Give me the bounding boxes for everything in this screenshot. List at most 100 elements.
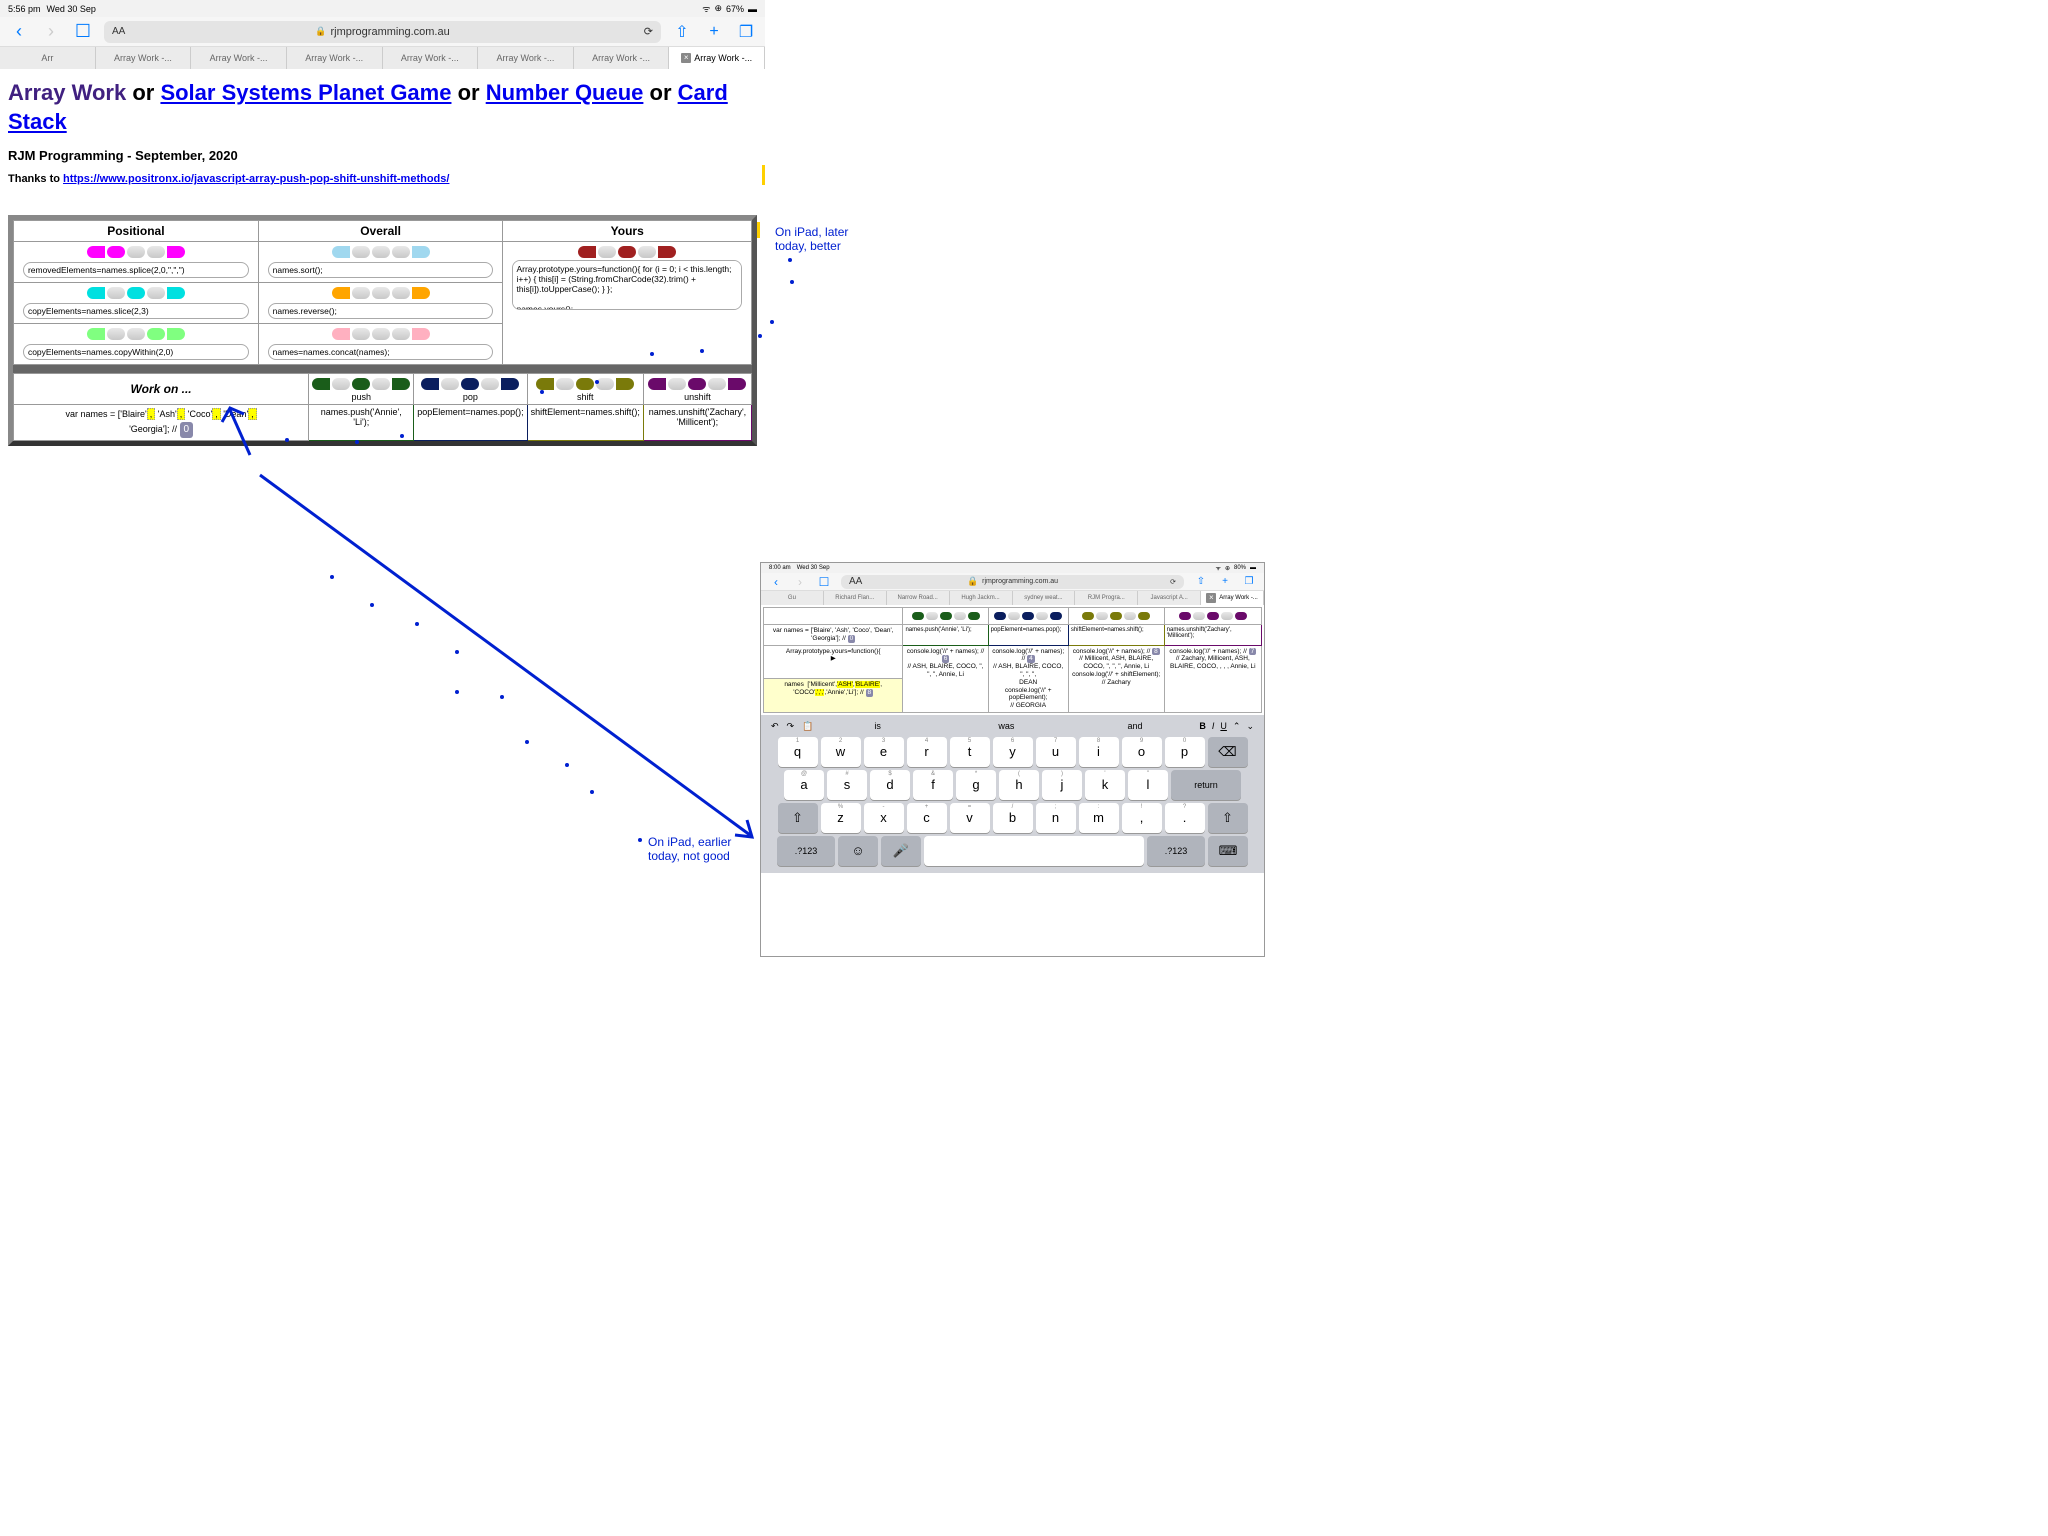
tab[interactable]: Narrow Road... (887, 591, 950, 605)
url-bar[interactable]: AA 🔒 rjmprogramming.com.au ⟳ (841, 575, 1184, 589)
forward-button[interactable]: › (793, 571, 807, 593)
paste-icon[interactable]: 📋 (802, 721, 813, 732)
bookmarks-icon[interactable]: ☐ (72, 21, 94, 43)
key-shift-left[interactable]: ⇧ (778, 803, 818, 833)
underline-button[interactable]: U (1220, 721, 1227, 732)
key-b[interactable]: /b (993, 803, 1033, 833)
textarea-yours[interactable]: Array.prototype.yours=function(){ for (i… (512, 260, 741, 310)
code-unshift[interactable]: names.unshift('Zachary', 'Millicent'); (1164, 625, 1261, 646)
redo-icon[interactable]: ↷ (787, 721, 795, 732)
back-button[interactable]: ‹ (8, 21, 30, 43)
key-q[interactable]: 1q (778, 737, 818, 767)
tab[interactable]: Gu (761, 591, 824, 605)
input-sort[interactable] (268, 262, 494, 278)
tab[interactable]: Hugh Jackm... (950, 591, 1013, 605)
key-g[interactable]: *g (956, 770, 996, 800)
key-o[interactable]: 9o (1122, 737, 1162, 767)
input-splice[interactable] (23, 262, 249, 278)
chevron-down-icon[interactable]: ⌄ (1246, 721, 1254, 732)
share-icon[interactable]: ⇧ (671, 22, 693, 42)
undo-icon[interactable]: ↶ (771, 721, 779, 732)
tab[interactable]: Javascript A... (1138, 591, 1201, 605)
key-return[interactable]: return (1171, 770, 1241, 800)
tab[interactable]: Arr (0, 47, 96, 69)
key-l[interactable]: "l (1128, 770, 1168, 800)
reload-icon[interactable]: ⟳ (1170, 578, 1176, 586)
key-f[interactable]: &f (913, 770, 953, 800)
text-size-icon[interactable]: AA (112, 26, 125, 37)
tab[interactable]: Array Work -... (191, 47, 287, 69)
close-icon[interactable]: × (681, 53, 691, 63)
tab-active[interactable]: ×Array Work -... (669, 47, 765, 69)
tab-active[interactable]: ×Array Work -... (1201, 591, 1264, 605)
key-numbers-right[interactable]: .?123 (1147, 836, 1205, 866)
key-mic[interactable]: 🎤 (881, 836, 921, 866)
key-hide-keyboard[interactable]: ⌨ (1208, 836, 1248, 866)
key-v[interactable]: =v (950, 803, 990, 833)
key-p[interactable]: 0p (1165, 737, 1205, 767)
share-icon[interactable]: ⇧ (1194, 576, 1208, 587)
text-size-icon[interactable]: AA (849, 576, 862, 587)
code-shift[interactable]: shiftElement=names.shift(); (527, 405, 643, 440)
link-solar[interactable]: Solar Systems Planet Game (160, 80, 451, 105)
key-d[interactable]: $d (870, 770, 910, 800)
bold-button[interactable]: B (1199, 721, 1206, 732)
code-pop[interactable]: popElement=names.pop(); (414, 405, 527, 440)
key-comma[interactable]: !, (1122, 803, 1162, 833)
key-emoji[interactable]: ☺ (838, 836, 878, 866)
tab[interactable]: Array Work -... (383, 47, 479, 69)
key-n[interactable]: ;n (1036, 803, 1076, 833)
key-c[interactable]: +c (907, 803, 947, 833)
tab[interactable]: Array Work -... (287, 47, 383, 69)
tabs-icon[interactable]: ❐ (1242, 576, 1256, 587)
key-x[interactable]: -x (864, 803, 904, 833)
key-r[interactable]: 4r (907, 737, 947, 767)
input-slice[interactable] (23, 303, 249, 319)
close-icon[interactable]: × (1206, 593, 1216, 603)
reload-icon[interactable]: ⟳ (644, 25, 653, 38)
suggest[interactable]: was (942, 721, 1071, 731)
input-reverse[interactable] (268, 303, 494, 319)
key-t[interactable]: 5t (950, 737, 990, 767)
key-h[interactable]: (h (999, 770, 1039, 800)
suggest[interactable]: and (1071, 721, 1200, 731)
back-button[interactable]: ‹ (769, 571, 783, 593)
chevron-up-icon[interactable]: ⌃ (1233, 721, 1241, 732)
tab[interactable]: Array Work -... (96, 47, 192, 69)
link-queue[interactable]: Number Queue (486, 80, 644, 105)
key-m[interactable]: :m (1079, 803, 1119, 833)
key-space[interactable] (924, 836, 1144, 866)
forward-button[interactable]: › (40, 21, 62, 43)
code-shift[interactable]: shiftElement=names.shift(); (1068, 625, 1164, 646)
code-push[interactable]: names.push('Annie', 'Li'); (903, 625, 988, 646)
input-copywithin[interactable] (23, 344, 249, 360)
new-tab-icon[interactable]: + (1218, 576, 1232, 587)
key-numbers-left[interactable]: .?123 (777, 836, 835, 866)
key-backspace[interactable]: ⌫ (1208, 737, 1248, 767)
bookmarks-icon[interactable]: ☐ (817, 571, 831, 593)
key-z[interactable]: %z (821, 803, 861, 833)
key-j[interactable]: )j (1042, 770, 1082, 800)
code-unshift[interactable]: names.unshift('Zachary', 'Millicent'); (643, 405, 751, 440)
key-a[interactable]: @a (784, 770, 824, 800)
tab[interactable]: RJM Progra... (1075, 591, 1138, 605)
key-shift-right[interactable]: ⇧ (1208, 803, 1248, 833)
thanks-link[interactable]: https://www.positronx.io/javascript-arra… (63, 173, 449, 185)
url-bar[interactable]: AA 🔒 rjmprogramming.com.au ⟳ (104, 21, 661, 43)
key-k[interactable]: 'k (1085, 770, 1125, 800)
tab[interactable]: sydney weat... (1013, 591, 1076, 605)
new-tab-icon[interactable]: + (703, 23, 725, 41)
tab[interactable]: Richard Flan... (824, 591, 887, 605)
key-s[interactable]: #s (827, 770, 867, 800)
tab[interactable]: Array Work -... (574, 47, 670, 69)
tabs-icon[interactable]: ❐ (735, 22, 757, 42)
key-period[interactable]: ?. (1165, 803, 1205, 833)
key-y[interactable]: 6y (993, 737, 1033, 767)
key-u[interactable]: 7u (1036, 737, 1076, 767)
code-pop[interactable]: popElement=names.pop(); (988, 625, 1068, 646)
key-i[interactable]: 8i (1079, 737, 1119, 767)
input-concat[interactable] (268, 344, 494, 360)
key-e[interactable]: 3e (864, 737, 904, 767)
code-push[interactable]: names.push('Annie', 'Li'); (309, 405, 414, 440)
italic-button[interactable]: I (1212, 721, 1215, 732)
